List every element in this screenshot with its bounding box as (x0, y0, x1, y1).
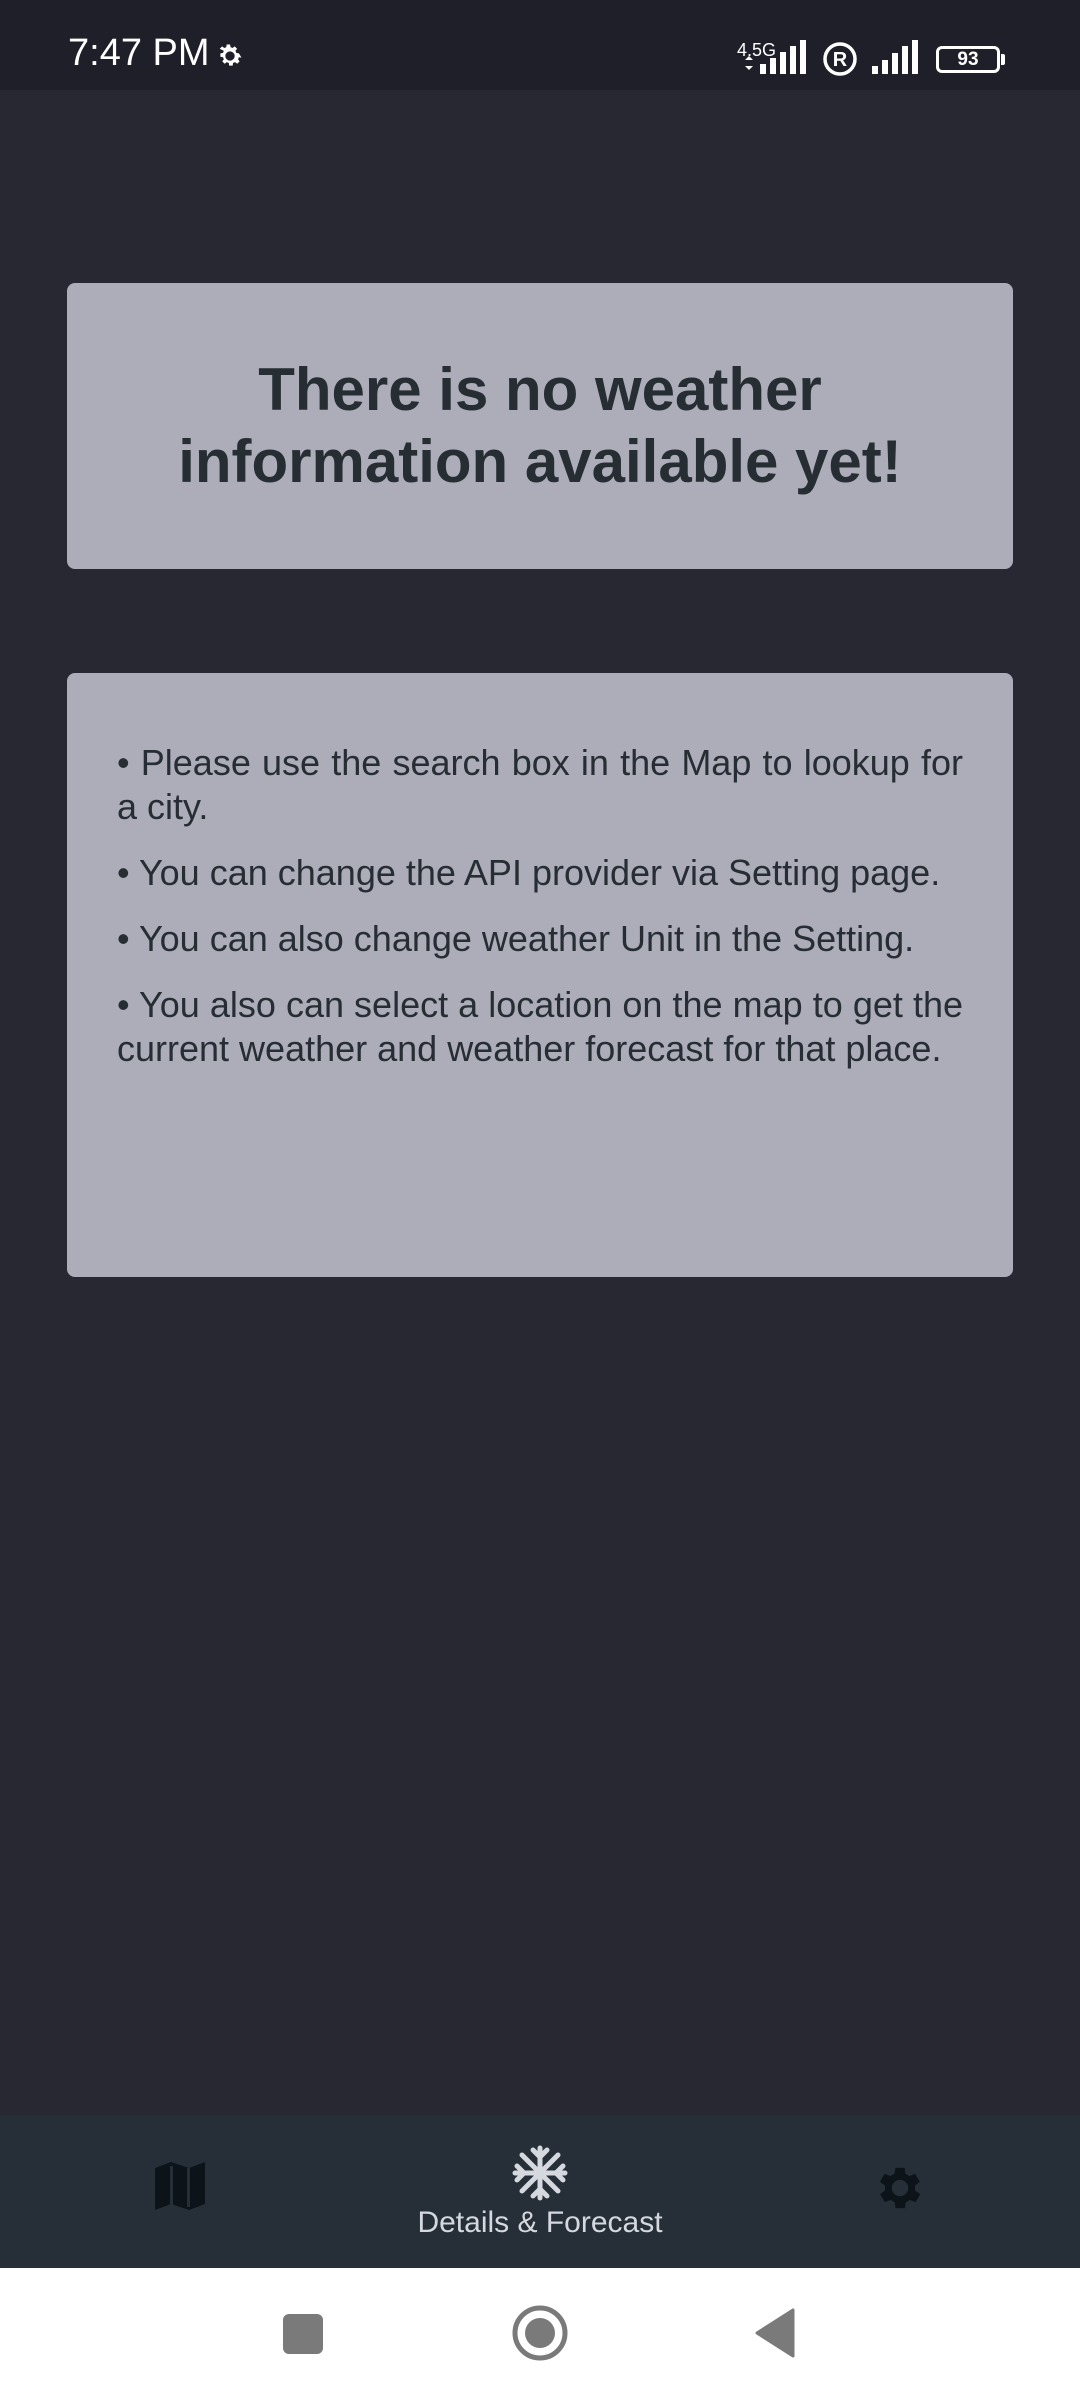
screen: 7:47 PM 4.5G R 93 There is no weather in… (0, 0, 1080, 2400)
info-line-units: • You can also change weather Unit in th… (117, 918, 915, 959)
signal-icon (872, 40, 918, 74)
system-navigation-bar (0, 2268, 1080, 2400)
battery-icon: 93 (936, 46, 1000, 73)
nav-map-button[interactable] (130, 2115, 230, 2268)
snowflake-icon (512, 2145, 568, 2201)
battery-level: 93 (957, 49, 979, 70)
recents-square-icon[interactable] (281, 2312, 325, 2356)
no-weather-message: There is no weather information availabl… (178, 356, 902, 495)
registered-icon: R (823, 42, 857, 76)
no-weather-card: There is no weather information availabl… (67, 283, 1013, 569)
info-line-api-provider: • You can change the API provider via Se… (117, 852, 941, 893)
home-circle-icon[interactable] (511, 2304, 569, 2362)
info-card: • Please use the search box in the Map t… (67, 673, 1013, 1277)
status-time: 7:47 PM (68, 32, 210, 74)
signal-icon (745, 40, 806, 74)
nav-settings-button[interactable] (850, 2115, 950, 2268)
info-line-search: • Please use the search box in the Map t… (117, 742, 963, 827)
info-line-select-location: • You also can select a location on the … (117, 984, 963, 1069)
status-bar: 7:47 PM 4.5G R 93 (0, 0, 1080, 90)
battery-tip (1001, 54, 1005, 65)
settings-gear-icon (219, 44, 242, 66)
bottom-navigation: Details & Forecast (0, 2115, 1080, 2268)
map-icon (155, 2162, 205, 2210)
back-triangle-icon[interactable] (753, 2308, 797, 2358)
svg-text:R: R (833, 49, 848, 71)
nav-details-forecast-button[interactable]: Details & Forecast (390, 2115, 690, 2268)
gear-icon (879, 2167, 921, 2209)
nav-details-label: Details & Forecast (417, 2206, 663, 2239)
